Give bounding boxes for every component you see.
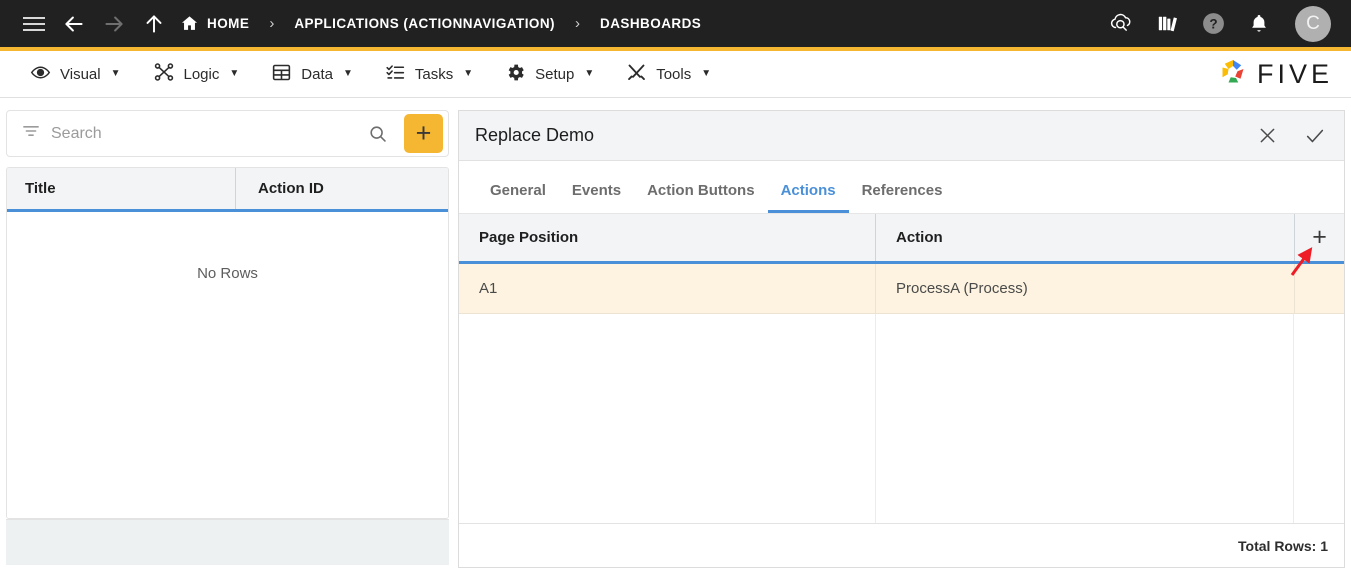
chevron-down-icon: ▼ bbox=[463, 68, 474, 79]
left-column-header-action-id[interactable]: Action ID bbox=[235, 168, 448, 209]
help-question-icon[interactable]: ? bbox=[1193, 4, 1233, 44]
breadcrumb-separator: › bbox=[269, 15, 275, 32]
back-arrow-icon[interactable] bbox=[54, 4, 94, 44]
five-brand-logo: FIVE bbox=[1218, 57, 1333, 92]
topbar-action-icons: ? C bbox=[1101, 4, 1331, 44]
left-data-grid: Title Action ID No Rows bbox=[6, 167, 449, 519]
search-input[interactable] bbox=[51, 124, 357, 143]
hamburger-menu-icon[interactable] bbox=[14, 4, 54, 44]
tab-references[interactable]: References bbox=[849, 183, 956, 213]
menu-item-tools[interactable]: Tools ▼ bbox=[610, 51, 727, 98]
detail-panel-header: Replace Demo bbox=[459, 111, 1344, 161]
left-grid-footer bbox=[6, 519, 449, 565]
menu-label-setup: Setup bbox=[535, 65, 575, 83]
logic-nodes-icon bbox=[153, 61, 175, 87]
search-bar: + bbox=[6, 110, 449, 157]
menu-label-data: Data bbox=[301, 65, 333, 83]
wrench-screwdriver-icon bbox=[626, 62, 647, 87]
brand-text: FIVE bbox=[1256, 59, 1333, 89]
search-icon[interactable] bbox=[367, 123, 388, 144]
left-panel-scrollbar[interactable] bbox=[448, 236, 449, 322]
chevron-down-icon: ▼ bbox=[584, 68, 595, 79]
left-grid-body: No Rows bbox=[7, 212, 448, 518]
menu-label-logic: Logic bbox=[183, 65, 220, 83]
bell-notification-icon[interactable] bbox=[1239, 4, 1279, 44]
table-row[interactable]: A1 ProcessA (Process) bbox=[459, 264, 1344, 314]
table-grid-icon bbox=[271, 62, 292, 87]
application-menu-bar: Visual ▼ Logic ▼ Data ▼ Tasks ▼ Setup ▼ … bbox=[0, 51, 1351, 98]
svg-text:?: ? bbox=[1209, 17, 1217, 32]
home-icon bbox=[180, 14, 199, 33]
add-record-button[interactable]: + bbox=[404, 114, 443, 153]
actions-grid-body: A1 ProcessA (Process) bbox=[459, 264, 1344, 523]
page-title: Replace Demo bbox=[475, 125, 595, 145]
eye-icon bbox=[30, 62, 51, 87]
breadcrumb-separator-2: › bbox=[575, 15, 580, 32]
menu-label-tools: Tools bbox=[656, 65, 692, 83]
breadcrumb-label-dashboards: DASHBOARDS bbox=[600, 16, 702, 31]
top-navigation-bar: HOME › APPLICATIONS (ACTIONNAVIGATION) ›… bbox=[0, 0, 1351, 47]
breadcrumb-item-dashboards[interactable]: DASHBOARDS bbox=[594, 0, 707, 47]
breadcrumb-label-applications: APPLICATIONS (ACTIONNAVIGATION) bbox=[294, 16, 555, 31]
column-divider-1 bbox=[875, 314, 876, 523]
chevron-down-icon: ▼ bbox=[342, 68, 353, 79]
chevron-down-icon: ▼ bbox=[229, 68, 240, 79]
menu-label-tasks: Tasks bbox=[414, 65, 454, 83]
left-list-panel: + Title Action ID No Rows bbox=[6, 110, 449, 565]
column-header-page-position[interactable]: Page Position bbox=[459, 214, 875, 261]
menu-item-visual[interactable]: Visual ▼ bbox=[14, 51, 137, 98]
left-grid-empty-message: No Rows bbox=[197, 265, 258, 282]
menu-item-tasks[interactable]: Tasks ▼ bbox=[369, 51, 489, 98]
detail-header-actions bbox=[1254, 123, 1328, 149]
tab-events[interactable]: Events bbox=[559, 183, 634, 213]
cloud-search-icon[interactable] bbox=[1101, 4, 1141, 44]
right-detail-panel: Replace Demo General Events Action Butto… bbox=[458, 110, 1345, 568]
cell-action: ProcessA (Process) bbox=[875, 264, 1294, 313]
app-root: HOME › APPLICATIONS (ACTIONNAVIGATION) ›… bbox=[0, 0, 1351, 571]
cell-page-position: A1 bbox=[479, 280, 498, 297]
column-header-action[interactable]: Action bbox=[875, 214, 1294, 261]
chevron-down-icon: ▼ bbox=[110, 68, 121, 79]
tab-action-buttons[interactable]: Action Buttons bbox=[634, 183, 767, 213]
actions-grid-header: Page Position Action + bbox=[459, 214, 1344, 264]
column-divider-2 bbox=[1293, 314, 1294, 523]
filter-icon[interactable] bbox=[21, 121, 41, 146]
add-row-button[interactable]: + bbox=[1294, 214, 1344, 261]
menu-item-data[interactable]: Data ▼ bbox=[255, 51, 369, 98]
books-library-icon[interactable] bbox=[1147, 4, 1187, 44]
breadcrumb-item-applications[interactable]: APPLICATIONS (ACTIONNAVIGATION) bbox=[288, 0, 561, 47]
left-column-header-title[interactable]: Title bbox=[7, 168, 235, 209]
total-rows-label: Total Rows: 1 bbox=[1238, 537, 1328, 554]
menu-item-logic[interactable]: Logic ▼ bbox=[137, 51, 256, 98]
detail-tab-bar: General Events Action Buttons Actions Re… bbox=[459, 161, 1344, 214]
menu-label-visual: Visual bbox=[60, 65, 101, 83]
actions-grid-footer: Total Rows: 1 bbox=[459, 523, 1344, 567]
user-avatar[interactable]: C bbox=[1295, 5, 1331, 42]
left-grid-header: Title Action ID bbox=[7, 168, 448, 212]
breadcrumb-item-home[interactable]: HOME bbox=[174, 0, 255, 47]
gear-icon bbox=[505, 62, 526, 87]
confirm-check-icon[interactable] bbox=[1302, 123, 1328, 149]
cell-row-actions bbox=[1294, 264, 1344, 313]
breadcrumb-label-home: HOME bbox=[207, 16, 250, 31]
forward-arrow-icon[interactable] bbox=[94, 4, 134, 44]
close-icon[interactable] bbox=[1254, 123, 1280, 149]
menu-item-setup[interactable]: Setup ▼ bbox=[489, 51, 610, 98]
chevron-down-icon: ▼ bbox=[701, 68, 712, 79]
up-arrow-icon[interactable] bbox=[134, 4, 174, 44]
checklist-icon bbox=[385, 62, 406, 87]
tab-general[interactable]: General bbox=[477, 183, 559, 213]
five-pinwheel-icon bbox=[1218, 57, 1248, 92]
tab-actions[interactable]: Actions bbox=[767, 183, 849, 213]
